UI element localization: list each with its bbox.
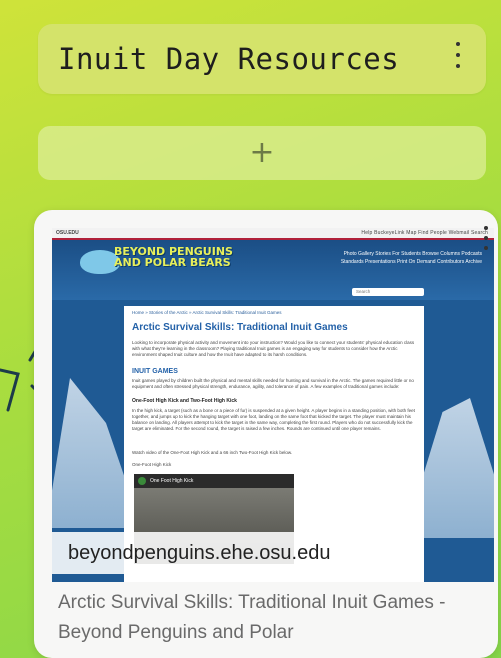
link-post-card[interactable]: OSU.EDU Help BuckeyeLink Map Find People… bbox=[34, 210, 498, 658]
breadcrumb: Home » Stories of the Arctic » Arctic Su… bbox=[132, 310, 282, 315]
card-more-options-icon[interactable] bbox=[482, 226, 490, 250]
kick-text: In the high kick, a target (such as a bo… bbox=[132, 408, 415, 431]
site-top-strip: OSU.EDU Help BuckeyeLink Map Find People… bbox=[52, 228, 494, 238]
site-nav-line-1: Photo Gallery Stories For Students Brows… bbox=[343, 251, 482, 257]
column-title[interactable]: Inuit Day Resources bbox=[58, 42, 399, 76]
link-domain-chip[interactable]: beyondpenguins.ehe.osu.edu bbox=[52, 532, 351, 574]
site-banner: BEYOND PENGUINS AND POLAR BEARS Photo Ga… bbox=[52, 240, 494, 300]
video-title: One Foot High Kick bbox=[150, 478, 194, 484]
link-preview-image[interactable]: OSU.EDU Help BuckeyeLink Map Find People… bbox=[52, 228, 494, 582]
channel-avatar bbox=[138, 477, 146, 485]
plus-icon: + bbox=[249, 135, 275, 170]
column-header: Inuit Day Resources bbox=[38, 24, 486, 94]
video-bar: One Foot High Kick bbox=[134, 474, 294, 488]
site-search-input: Search bbox=[352, 288, 424, 296]
watch-text: Watch video of the One-Foot High Kick an… bbox=[132, 450, 293, 455]
section-heading: INUIT GAMES bbox=[132, 368, 178, 375]
site-nav: Photo Gallery Stories For Students Brows… bbox=[282, 250, 482, 266]
site-logo: BEYOND PENGUINS AND POLAR BEARS bbox=[114, 246, 233, 268]
sub-heading: One-Foot High Kick and Two-Foot High Kic… bbox=[132, 398, 237, 404]
column-more-options-icon[interactable] bbox=[452, 42, 464, 68]
site-label: OSU.EDU bbox=[56, 230, 79, 236]
add-post-button[interactable]: + bbox=[38, 126, 486, 180]
section-text: Inuit games played by children built the… bbox=[132, 378, 414, 389]
article-heading: Arctic Survival Skills: Traditional Inui… bbox=[132, 322, 348, 333]
site-nav-line-2: Standards Presentations Print On Demand … bbox=[340, 259, 482, 265]
logo-line-2: AND POLAR BEARS bbox=[114, 256, 231, 269]
card-title[interactable]: Arctic Survival Skills: Traditional Inui… bbox=[58, 588, 478, 648]
video-caption: One-Foot High Kick bbox=[132, 462, 172, 467]
site-top-links: Help BuckeyeLink Map Find People Webmail… bbox=[361, 230, 488, 236]
article-intro: Looking to incorporate physical activity… bbox=[132, 340, 415, 357]
